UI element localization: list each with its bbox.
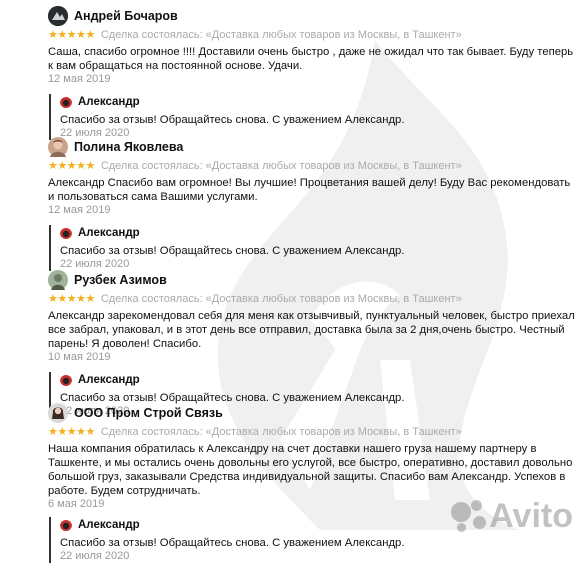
reply-avatar — [60, 374, 72, 386]
avatar[interactable] — [48, 403, 68, 423]
review-text: Александр зарекомендовал себя для меня к… — [48, 310, 575, 350]
reviewer-name[interactable]: Андрей Бочаров — [74, 9, 178, 23]
avatar[interactable] — [48, 270, 68, 290]
review-item: Полина Яковлева ★★★★★ Сделка состоялась: … — [0, 136, 579, 271]
review-item: Андрей Бочаров ★★★★★ Сделка состоялась: «… — [0, 5, 579, 140]
reply-author: Александр — [78, 96, 140, 108]
rating-stars: ★★★★★ — [48, 293, 95, 305]
avatar[interactable] — [48, 6, 68, 26]
reply-text: Спасибо за отзыв! Обращайтесь снова. С у… — [60, 537, 405, 549]
deal-status: Сделка состоялась: «Доставка любых товар… — [100, 160, 462, 172]
review-item: Рузбек Азимов ★★★★★ Сделка состоялась: «Д… — [0, 269, 579, 418]
seller-reply: Александр Спасибо за отзыв! Обращайтесь … — [49, 94, 579, 140]
reviewer-name[interactable]: Рузбек Азимов — [74, 273, 167, 287]
reviewer-name[interactable]: Полина Яковлева — [74, 140, 183, 154]
avatar[interactable] — [48, 137, 68, 157]
rating-stars: ★★★★★ — [48, 29, 95, 41]
review-item: ООО Пром Строй Связь ★★★★★ Сделка состоял… — [0, 402, 579, 563]
deal-status: Сделка состоялась: «Доставка любых товар… — [100, 426, 462, 438]
reply-author: Александр — [78, 519, 140, 531]
reply-avatar — [60, 227, 72, 239]
reply-avatar — [60, 519, 72, 531]
reply-text: Спасибо за отзыв! Обращайтесь снова. С у… — [60, 114, 405, 126]
seller-reply: Александр Спасибо за отзыв! Обращайтесь … — [49, 225, 579, 271]
review-text: Александр Спасибо вам огромное! Вы лучши… — [48, 177, 571, 203]
review-date: 10 мая 2019 — [48, 351, 111, 363]
reply-text: Спасибо за отзыв! Обращайтесь снова. С у… — [60, 245, 405, 257]
reviewer-name[interactable]: ООО Пром Строй Связь — [74, 406, 223, 420]
rating-stars: ★★★★★ — [48, 426, 95, 438]
review-text: Саша, спасибо огромное !!!! Доставили оч… — [48, 46, 574, 72]
rating-stars: ★★★★★ — [48, 160, 95, 172]
review-date: 12 мая 2019 — [48, 73, 111, 85]
reply-author: Александр — [78, 374, 140, 386]
review-date: 6 мая 2019 — [48, 498, 105, 510]
reply-author: Александр — [78, 227, 140, 239]
review-date: 12 мая 2019 — [48, 204, 111, 216]
review-text: Наша компания обратилась к Александру на… — [48, 443, 573, 497]
deal-status: Сделка состоялась: «Доставка любых товар… — [100, 293, 462, 305]
reply-avatar — [60, 96, 72, 108]
seller-reply: Александр Спасибо за отзыв! Обращайтесь … — [49, 517, 579, 563]
reply-date: 22 июля 2020 — [60, 550, 130, 562]
deal-status: Сделка состоялась: «Доставка любых товар… — [100, 29, 462, 41]
